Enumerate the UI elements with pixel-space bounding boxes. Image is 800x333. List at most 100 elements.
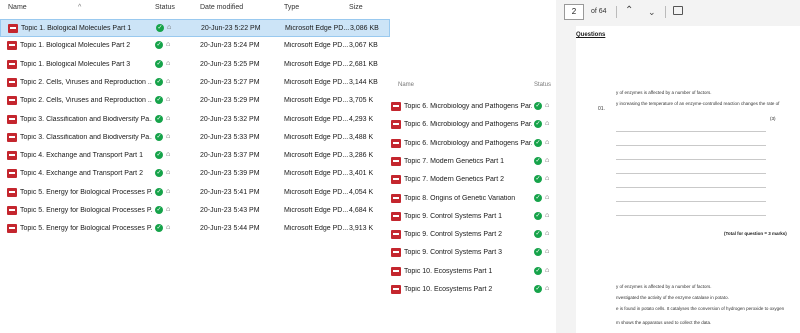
pdf-file-icon <box>7 114 17 124</box>
synced-check-icon: ✓ <box>155 59 163 68</box>
synced-check-icon: ✓ <box>155 132 163 141</box>
sync-status: ✓ ⌂ <box>155 224 173 233</box>
file-row[interactable]: Topic 5. Energy for Biological Processes… <box>0 202 390 220</box>
pdf-file-icon <box>7 132 17 142</box>
previous-page-button[interactable]: ⌃ <box>625 5 633 16</box>
pdf-viewer: 2 of 64 ⌃ ⌄ Questions 01. y of enzymes i… <box>556 0 800 333</box>
column-header-size[interactable]: Size <box>349 4 363 11</box>
date-modified: 20-Jun-23 5:25 PM <box>200 60 260 68</box>
date-modified: 20-Jun-23 5:43 PM <box>200 207 260 214</box>
sync-status: ✓ ⌂ <box>534 230 552 239</box>
pdf-file-icon <box>7 151 17 161</box>
file-row[interactable]: Topic 3. Classification and Biodiversity… <box>0 111 390 129</box>
file-size: 3,705 K <box>349 97 374 105</box>
question-number: 01. <box>598 106 605 112</box>
file-name: Topic 1. Biological Molecules Part 3 <box>20 60 131 68</box>
synced-check-icon: ✓ <box>534 285 542 293</box>
file-row[interactable]: Topic 9. Control Systems Part 1✓⌂20-Jun <box>384 208 580 226</box>
file-row[interactable]: Topic 10. Ecosystems Part 1✓⌂20-Jun <box>384 263 580 281</box>
file-type: Microsoft Edge PD... <box>284 152 349 160</box>
question-text: e is found in potato cells. It catalyses… <box>616 306 785 311</box>
column-header-name[interactable]: Name <box>398 82 414 88</box>
file-row[interactable]: Topic 4. Exchange and Transport Part 1 ✓ ⌂… <box>0 147 390 165</box>
file-name: Topic 4. Exchange and Transport Part 2 <box>20 170 143 178</box>
page-number-input[interactable]: 2 <box>564 4 584 20</box>
file-name: Topic 5. Energy for Biological Processes… <box>20 188 152 196</box>
shared-person-icon: ⌂ <box>545 138 550 146</box>
pdf-file-icon <box>391 102 401 111</box>
file-row[interactable]: Topic 7. Modern Genetics Part 2✓⌂20-Jun <box>384 171 580 189</box>
file-type: Microsoft Edge PD... <box>284 188 349 196</box>
file-name: Topic 7. Modern Genetics Part 2 <box>404 176 504 184</box>
file-row[interactable]: Topic 5. Energy for Biological Processes… <box>0 184 390 202</box>
file-row[interactable]: Topic 8. Origins of Genetic Variation✓⌂2… <box>384 190 580 208</box>
file-row[interactable]: Topic 3. Classification and Biodiversity… <box>0 129 390 147</box>
pdf-file-icon <box>391 230 401 240</box>
shared-person-icon: ⌂ <box>166 114 171 122</box>
file-type: Microsoft Edge PD... <box>284 115 349 123</box>
file-name: Topic 7. Modern Genetics Part 1 <box>404 157 504 165</box>
toolbar-divider <box>616 6 617 18</box>
file-name: Topic 3. Classification and Biodiversity… <box>20 115 152 123</box>
next-page-button[interactable]: ⌄ <box>648 7 656 18</box>
pdf-file-icon <box>391 211 401 221</box>
page-total-label: of 64 <box>591 8 607 15</box>
file-size: 3,488 K <box>349 133 374 141</box>
file-row[interactable]: Topic 1. Biological Molecules Part 3 ✓ ⌂ 20… <box>0 56 390 74</box>
sync-status: ✓ ⌂ <box>534 193 552 202</box>
file-size: 3,286 K <box>349 152 374 160</box>
file-row[interactable]: Topic 9. Control Systems Part 3✓⌂20-Jun <box>384 244 580 262</box>
shared-person-icon: ⌂ <box>545 230 550 238</box>
answer-line <box>616 131 766 132</box>
column-header-status[interactable]: Status <box>155 4 175 11</box>
pdf-toolbar: 2 of 64 ⌃ ⌄ <box>556 0 800 26</box>
file-row[interactable]: Topic 9. Control Systems Part 2✓⌂20-Jun <box>384 226 580 244</box>
shared-person-icon: ⌂ <box>166 187 171 195</box>
pdf-file-icon <box>7 206 17 215</box>
pdf-file-icon <box>391 175 401 185</box>
shared-person-icon: ⌂ <box>545 102 550 109</box>
file-row[interactable]: Topic 1. Biological Molecules Part 1 ✓ ⌂ 20… <box>0 19 390 37</box>
file-explorer-window-secondary: Name Status Topic 6. Microbiology and Pa… <box>384 80 580 333</box>
column-header-name[interactable]: Name <box>8 4 27 11</box>
file-row[interactable]: Topic 2. Cells, Viruses and Reproduction… <box>0 92 390 110</box>
sync-status: ✓ ⌂ <box>155 114 173 123</box>
question-text: m shows the apparatus used to collect th… <box>616 320 712 325</box>
pdf-file-icon <box>391 266 401 276</box>
pdf-file-icon <box>391 285 401 294</box>
sync-status: ✓ ⌂ <box>534 266 552 275</box>
page-heading: Questions <box>576 32 606 38</box>
column-header-date-modified[interactable]: Date modified <box>200 4 243 11</box>
shared-person-icon: ⌂ <box>166 151 171 159</box>
file-row[interactable]: Topic 7. Modern Genetics Part 1✓⌂20-Jun <box>384 153 580 171</box>
date-modified: 20-Jun-23 5:41 PM <box>200 188 260 196</box>
file-row[interactable]: Topic 6. Microbiology and Pathogens Par.… <box>384 135 580 153</box>
pdf-file-icon <box>391 138 401 148</box>
shared-person-icon: ⌂ <box>545 211 550 219</box>
shared-person-icon: ⌂ <box>166 206 171 213</box>
file-row[interactable]: Topic 10. Ecosystems Part 2✓⌂20-Jun <box>384 281 580 299</box>
pdf-file-icon <box>7 169 17 179</box>
file-row[interactable]: Topic 6. Microbiology and Pathogens Par.… <box>384 98 580 116</box>
file-type: Microsoft Edge PD... <box>284 133 349 141</box>
pdf-file-icon <box>8 24 18 33</box>
toolbar-divider <box>665 6 666 18</box>
file-size: 3,913 K <box>349 225 374 233</box>
shared-person-icon: ⌂ <box>166 59 171 67</box>
pdf-file-icon <box>7 59 17 69</box>
file-row[interactable]: Topic 5. Energy for Biological Processes… <box>0 220 390 238</box>
file-row[interactable]: Topic 2. Cells, Viruses and Reproduction… <box>0 74 390 92</box>
synced-check-icon: ✓ <box>155 96 163 105</box>
column-header-type[interactable]: Type <box>284 4 299 11</box>
file-row[interactable]: Topic 1. Biological Molecules Part 2 ✓ ⌂ 20… <box>0 37 390 55</box>
synced-check-icon: ✓ <box>155 151 163 160</box>
column-header-status[interactable]: Status <box>534 82 551 88</box>
synced-check-icon: ✓ <box>534 120 542 129</box>
file-row[interactable]: Topic 6. Microbiology and Pathogens Par.… <box>384 116 580 134</box>
synced-check-icon: ✓ <box>534 248 542 257</box>
shared-person-icon: ⌂ <box>166 224 171 232</box>
fit-page-icon[interactable] <box>673 6 683 15</box>
synced-check-icon: ✓ <box>534 102 542 110</box>
synced-check-icon: ✓ <box>534 156 542 165</box>
file-row[interactable]: Topic 4. Exchange and Transport Part 2 ✓ ⌂… <box>0 165 390 183</box>
